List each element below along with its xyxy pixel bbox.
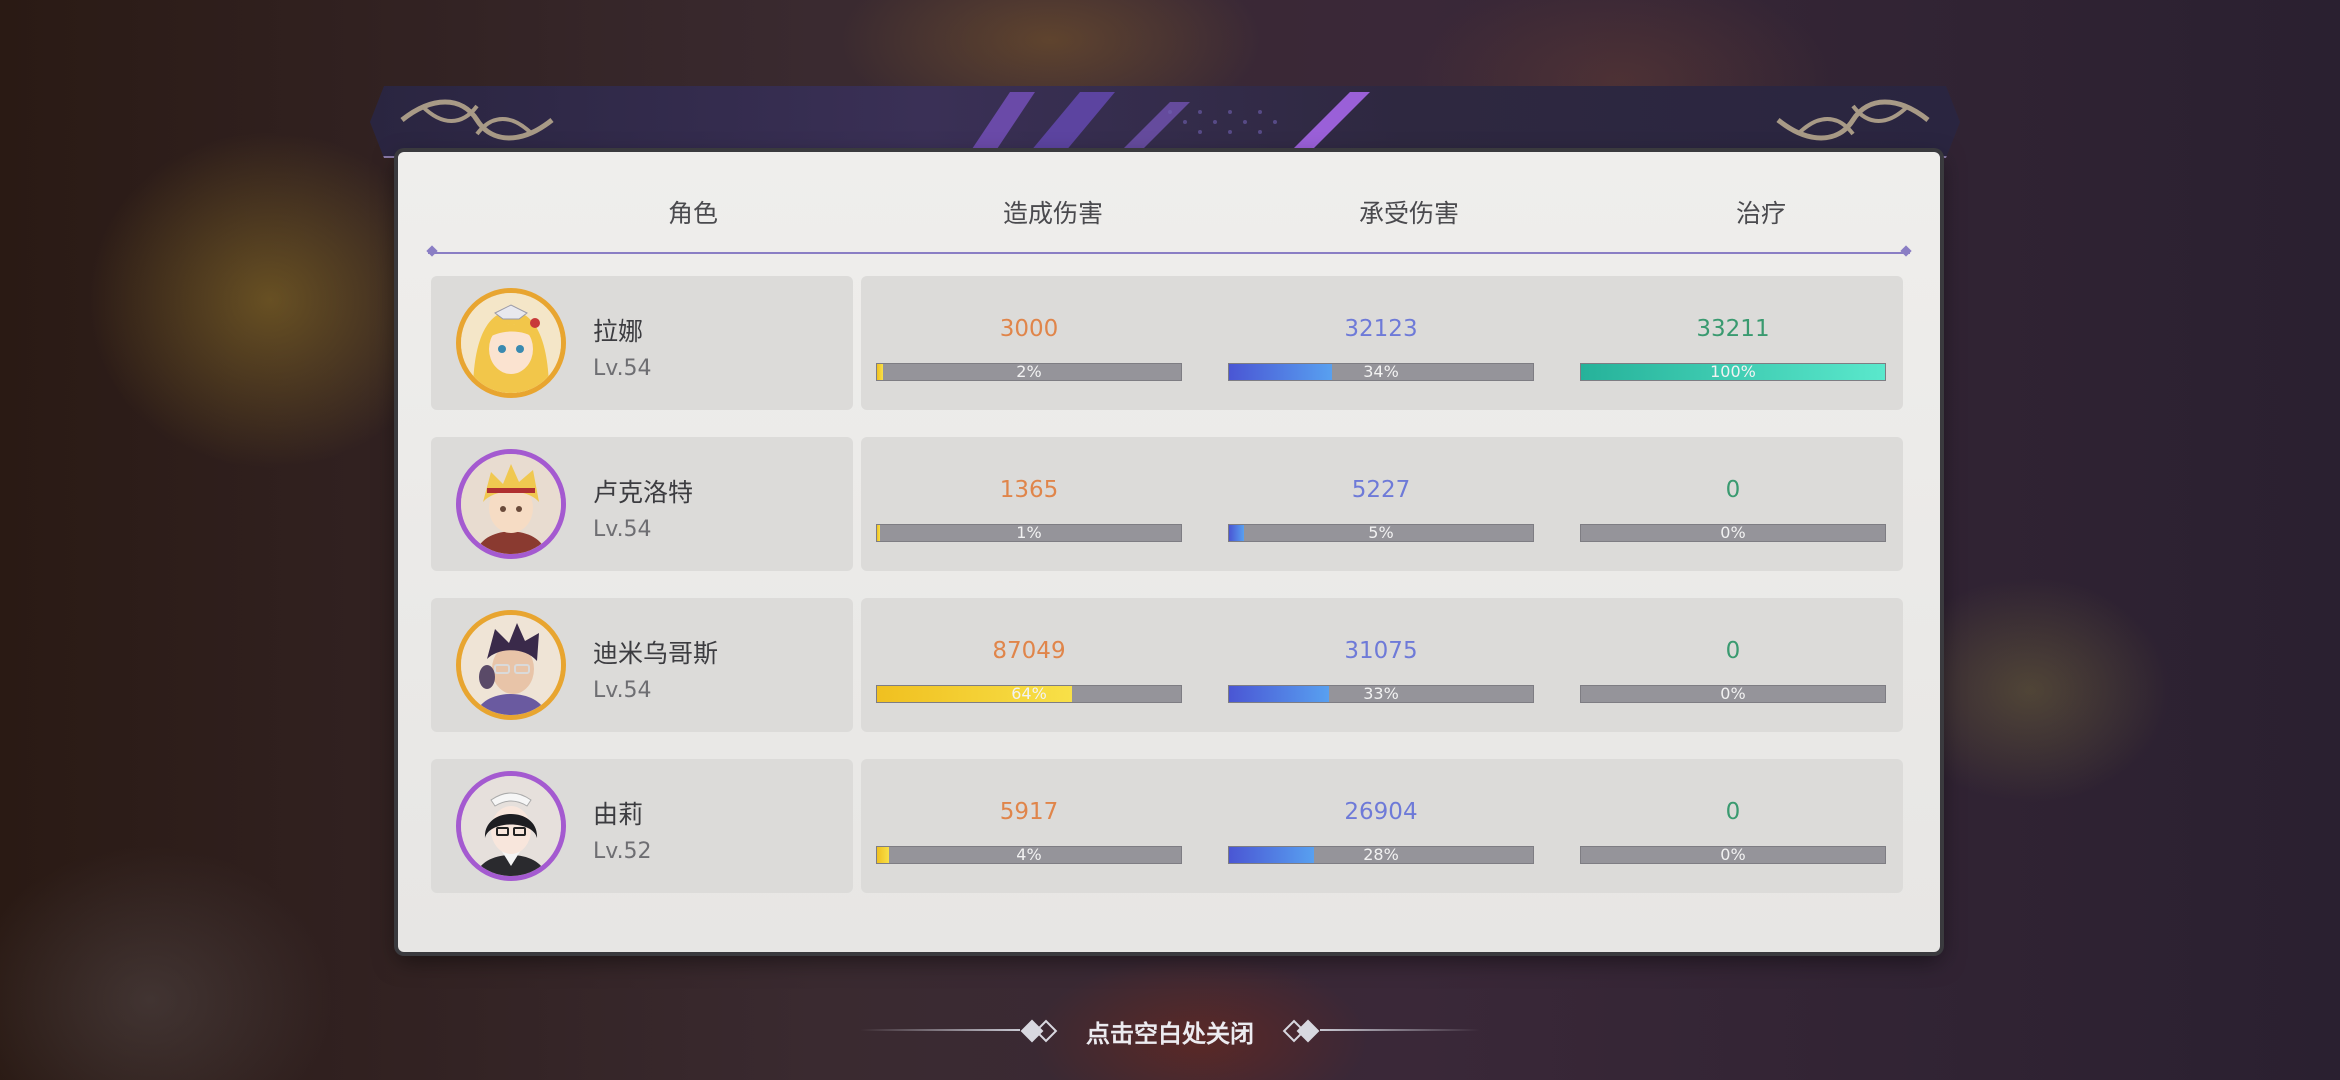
healing-value: 0 — [1725, 638, 1741, 664]
healing-stat: 0 0% — [1580, 759, 1886, 893]
character-level: Lv.54 — [593, 517, 652, 542]
table-row: 拉娜 Lv.54 3000 2% 32123 34% 33211 100% — [431, 276, 1903, 410]
close-hint-text: 点击空白处关闭 — [1086, 1020, 1254, 1048]
healing-stat: 0 0% — [1580, 598, 1886, 732]
character-name: 卢克洛特 — [593, 478, 694, 507]
damage-taken-percent: 33% — [1363, 685, 1399, 703]
healing-bar: 0% — [1580, 524, 1886, 542]
close-hint-line-right — [1320, 1029, 1480, 1031]
table-row: 卢克洛特 Lv.54 1365 1% 5227 5% 0 0% — [431, 437, 1903, 571]
avatar[interactable] — [456, 449, 566, 559]
damage-taken-stat: 26904 28% — [1228, 759, 1534, 893]
ornament-icon — [1776, 99, 1930, 141]
healing-percent: 0% — [1720, 685, 1746, 703]
damage-taken-stat: 5227 5% — [1228, 437, 1534, 571]
close-hint-line-left — [860, 1029, 1020, 1031]
healing-value: 33211 — [1696, 316, 1770, 342]
stats-cell: 1365 1% 5227 5% 0 0% — [861, 437, 1903, 571]
damage-taken-percent: 5% — [1368, 524, 1394, 542]
healing-bar: 0% — [1580, 685, 1886, 703]
healing-bar: 100% — [1580, 363, 1886, 381]
healing-percent: 0% — [1720, 846, 1746, 864]
table-row: 由莉 Lv.52 5917 4% 26904 28% 0 0% — [431, 759, 1903, 893]
header-stripes-decor — [970, 92, 1370, 152]
damage-dealt-percent: 2% — [1016, 363, 1042, 381]
damage-taken-bar: 5% — [1228, 524, 1534, 542]
character-portrait-icon — [461, 615, 561, 715]
damage-taken-percent: 28% — [1363, 846, 1399, 864]
damage-taken-value: 32123 — [1344, 316, 1418, 342]
damage-taken-value: 31075 — [1344, 638, 1418, 664]
character-cell: 迪米乌哥斯 Lv.54 — [431, 598, 853, 732]
table-row: 迪米乌哥斯 Lv.54 87049 64% 31075 33% 0 0% — [431, 598, 1903, 732]
battle-stats-panel: 角色 造成伤害 承受伤害 治疗 拉娜 Lv.54 3000 2% 32123 3… — [398, 152, 1940, 952]
diamond-icon — [1296, 1019, 1320, 1043]
healing-value: 0 — [1725, 799, 1741, 825]
close-hint[interactable]: 点击空白处关闭 — [860, 1010, 1480, 1050]
avatar[interactable] — [456, 288, 566, 398]
damage-taken-bar: 33% — [1228, 685, 1534, 703]
healing-stat: 0 0% — [1580, 437, 1886, 571]
damage-taken-stat: 32123 34% — [1228, 276, 1534, 410]
healing-stat: 33211 100% — [1580, 276, 1886, 410]
ornament-icon — [400, 99, 554, 141]
column-header-damage-taken: 承受伤害 — [1358, 199, 1459, 228]
damage-dealt-bar: 64% — [876, 685, 1182, 703]
character-cell: 卢克洛特 Lv.54 — [431, 437, 853, 571]
character-level: Lv.52 — [593, 839, 652, 864]
damage-dealt-stat: 3000 2% — [876, 276, 1182, 410]
column-header-healing: 治疗 — [1735, 199, 1786, 228]
damage-dealt-value: 1365 — [999, 477, 1059, 503]
character-name: 迪米乌哥斯 — [593, 639, 719, 668]
character-portrait-icon — [461, 776, 561, 876]
damage-dealt-stat: 87049 64% — [876, 598, 1182, 732]
damage-dealt-bar: 2% — [876, 363, 1182, 381]
character-cell: 拉娜 Lv.54 — [431, 276, 853, 410]
damage-dealt-value: 3000 — [999, 316, 1059, 342]
healing-value: 0 — [1725, 477, 1741, 503]
damage-taken-value: 26904 — [1344, 799, 1418, 825]
avatar[interactable] — [456, 771, 566, 881]
healing-percent: 0% — [1720, 524, 1746, 542]
character-level: Lv.54 — [593, 678, 652, 703]
damage-dealt-value: 5917 — [999, 799, 1059, 825]
header-divider — [428, 252, 1910, 254]
damage-dealt-stat: 1365 1% — [876, 437, 1182, 571]
character-level: Lv.54 — [593, 356, 652, 381]
stats-cell: 87049 64% 31075 33% 0 0% — [861, 598, 1903, 732]
stats-cell: 3000 2% 32123 34% 33211 100% — [861, 276, 1903, 410]
damage-taken-bar: 34% — [1228, 363, 1534, 381]
column-header-damage-dealt: 造成伤害 — [1002, 199, 1103, 228]
damage-dealt-percent: 64% — [1011, 685, 1047, 703]
damage-dealt-bar: 4% — [876, 846, 1182, 864]
character-name: 拉娜 — [593, 317, 644, 346]
damage-dealt-value: 87049 — [992, 638, 1066, 664]
damage-dealt-bar: 1% — [876, 524, 1182, 542]
column-header-character: 角色 — [667, 199, 718, 228]
panel-header-banner — [370, 86, 1960, 158]
avatar[interactable] — [456, 610, 566, 720]
character-name: 由莉 — [593, 800, 644, 829]
damage-dealt-percent: 4% — [1016, 846, 1042, 864]
damage-taken-stat: 31075 33% — [1228, 598, 1534, 732]
stats-cell: 5917 4% 26904 28% 0 0% — [861, 759, 1903, 893]
healing-percent: 100% — [1710, 363, 1756, 381]
damage-dealt-stat: 5917 4% — [876, 759, 1182, 893]
healing-bar: 0% — [1580, 846, 1886, 864]
character-portrait-icon — [461, 293, 561, 393]
damage-taken-value: 5227 — [1351, 477, 1411, 503]
character-cell: 由莉 Lv.52 — [431, 759, 853, 893]
damage-taken-bar: 28% — [1228, 846, 1534, 864]
diamond-icon — [1034, 1019, 1058, 1043]
damage-dealt-percent: 1% — [1016, 524, 1042, 542]
character-portrait-icon — [461, 454, 561, 554]
damage-taken-percent: 34% — [1363, 363, 1399, 381]
